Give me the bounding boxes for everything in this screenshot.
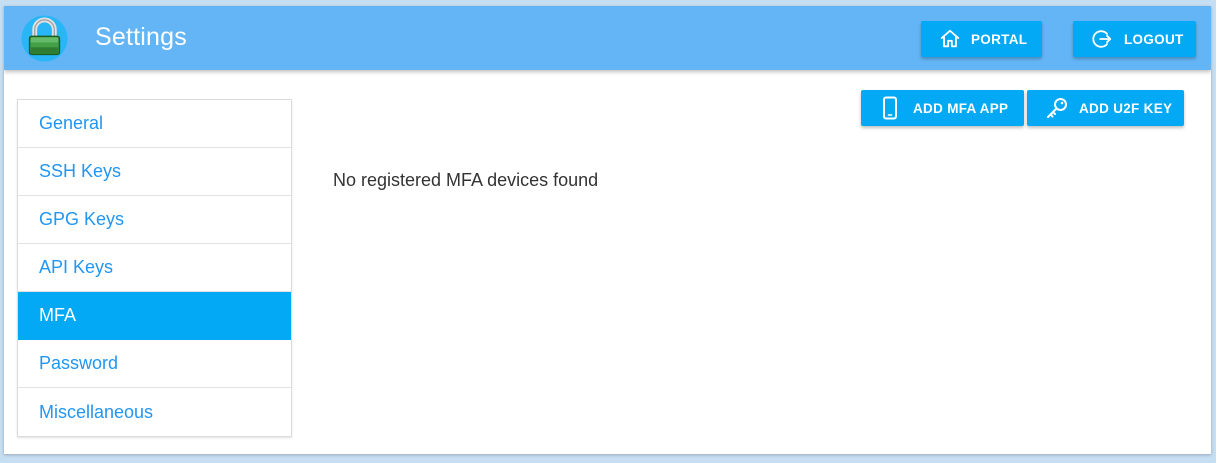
top-app-bar: Settings PORTAL LOGOUT <box>4 6 1211 70</box>
smartphone-icon <box>883 96 897 120</box>
logout-label: LOGOUT <box>1124 31 1184 47</box>
page-title: Settings <box>95 23 187 51</box>
sidebar-item-password[interactable]: Password <box>18 340 291 388</box>
add-mfa-app-label: ADD MFA APP <box>913 100 1009 116</box>
sidebar-item-general[interactable]: General <box>18 100 291 148</box>
settings-nav: General SSH Keys GPG Keys API Keys MFA P… <box>17 99 292 437</box>
sidebar-item-miscellaneous[interactable]: Miscellaneous <box>18 388 291 436</box>
sidebar-item-mfa[interactable]: MFA <box>18 292 291 340</box>
logout-icon <box>1092 30 1112 48</box>
home-icon <box>940 29 960 48</box>
sidebar-item-api-keys[interactable]: API Keys <box>18 244 291 292</box>
portal-button[interactable]: PORTAL <box>921 21 1042 57</box>
sidebar-item-gpg-keys[interactable]: GPG Keys <box>18 196 291 244</box>
add-u2f-key-button[interactable]: ADD U2F KEY <box>1027 90 1184 126</box>
add-u2f-key-label: ADD U2F KEY <box>1079 100 1173 116</box>
add-mfa-app-button[interactable]: ADD MFA APP <box>861 90 1024 126</box>
sidebar-item-ssh-keys[interactable]: SSH Keys <box>18 148 291 196</box>
portal-label: PORTAL <box>971 31 1028 47</box>
padlock-icon <box>21 15 68 62</box>
logout-button[interactable]: LOGOUT <box>1073 21 1196 57</box>
empty-state-message: No registered MFA devices found <box>333 170 599 190</box>
key-icon <box>1047 98 1067 118</box>
app-window: Settings PORTAL LOGOUT General SSH Keys … <box>4 6 1211 454</box>
